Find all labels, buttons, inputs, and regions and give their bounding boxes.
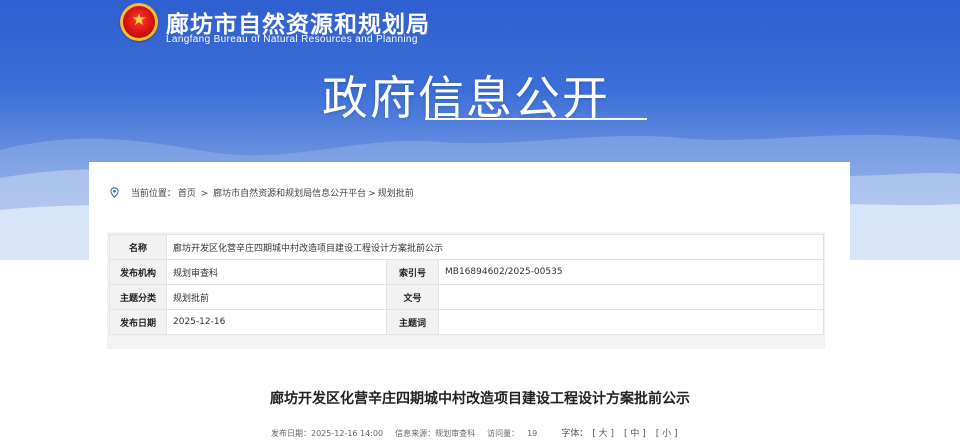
font-size-label: 字体： bbox=[561, 429, 589, 439]
title-underline bbox=[425, 118, 647, 120]
docno-label: 文号 bbox=[386, 284, 439, 310]
keywords-label: 主题词 bbox=[386, 309, 439, 335]
location-pin-icon bbox=[110, 187, 119, 198]
breadcrumb-separator: > bbox=[368, 189, 376, 199]
table-row: 名称 廊坊开发区化营辛庄四期城中村改造项目建设工程设计方案批前公示 bbox=[109, 234, 825, 260]
table-row: 主题分类 规划批前 文号 bbox=[109, 284, 825, 310]
source-label: 信息来源： bbox=[395, 429, 436, 438]
site-logo[interactable]: 廊坊市自然资源和规划局 Langfang Bureau of Natural R… bbox=[120, 3, 429, 47]
publish-date: 2025-12-16 14:00 bbox=[311, 429, 384, 438]
breadcrumb-current-link[interactable]: 规划批前 bbox=[378, 189, 414, 199]
name-label: 名称 bbox=[109, 234, 167, 260]
org-name-en: Langfang Bureau of Natural Resources and… bbox=[166, 34, 418, 45]
font-large-button[interactable]: [ 大 ] bbox=[592, 429, 614, 439]
views-label: 访问量： bbox=[487, 429, 520, 438]
breadcrumb-home-link[interactable]: 首页 bbox=[178, 189, 196, 199]
article-meta-bar: 发布日期：2025-12-16 14:00 信息来源：规划审查科 访问量： 19 字体：… bbox=[271, 426, 678, 439]
name-value: 廊坊开发区化营辛庄四期城中村改造项目建设工程设计方案批前公示 bbox=[165, 234, 825, 260]
breadcrumb-separator: > bbox=[197, 189, 212, 199]
breadcrumb-platform-link[interactable]: 廊坊市自然资源和规划局信息公开平台 bbox=[213, 189, 366, 199]
publisher-label: 发布机构 bbox=[109, 259, 167, 285]
national-emblem-icon bbox=[120, 3, 158, 41]
index-label: 索引号 bbox=[386, 259, 439, 285]
font-medium-button[interactable]: [ 中 ] bbox=[624, 429, 646, 439]
table-row: 发布日期 2025-12-16 主题词 bbox=[109, 309, 825, 335]
date-label: 发布日期 bbox=[109, 309, 167, 335]
category-label: 主题分类 bbox=[109, 284, 167, 310]
breadcrumb-prefix: 当前位置： bbox=[130, 189, 176, 199]
table-row: 发布机构 规划审查科 索引号 MB16894602/2025-00535 bbox=[109, 259, 825, 285]
index-value: MB16894602/2025-00535 bbox=[437, 259, 825, 285]
date-value: 2025-12-16 bbox=[166, 309, 387, 335]
font-small-button[interactable]: [ 小 ] bbox=[656, 429, 678, 439]
source: 规划审查科 bbox=[435, 429, 476, 438]
publisher-value: 规划审查科 bbox=[166, 259, 387, 285]
document-meta-table: 名称 廊坊开发区化营辛庄四期城中村改造项目建设工程设计方案批前公示 发布机构 规… bbox=[109, 234, 825, 335]
keywords-value bbox=[437, 309, 825, 335]
views-count: 19 bbox=[527, 429, 538, 438]
category-value: 规划批前 bbox=[166, 284, 387, 310]
publish-date-label: 发布日期： bbox=[271, 429, 311, 438]
article-title: 廊坊开发区化营辛庄四期城中村改造项目建设工程设计方案批前公示 bbox=[270, 391, 690, 407]
breadcrumb: 当前位置： 首页 > 廊坊市自然资源和规划局信息公开平台 > 规划批前 bbox=[110, 186, 416, 199]
docno-value bbox=[437, 284, 825, 310]
